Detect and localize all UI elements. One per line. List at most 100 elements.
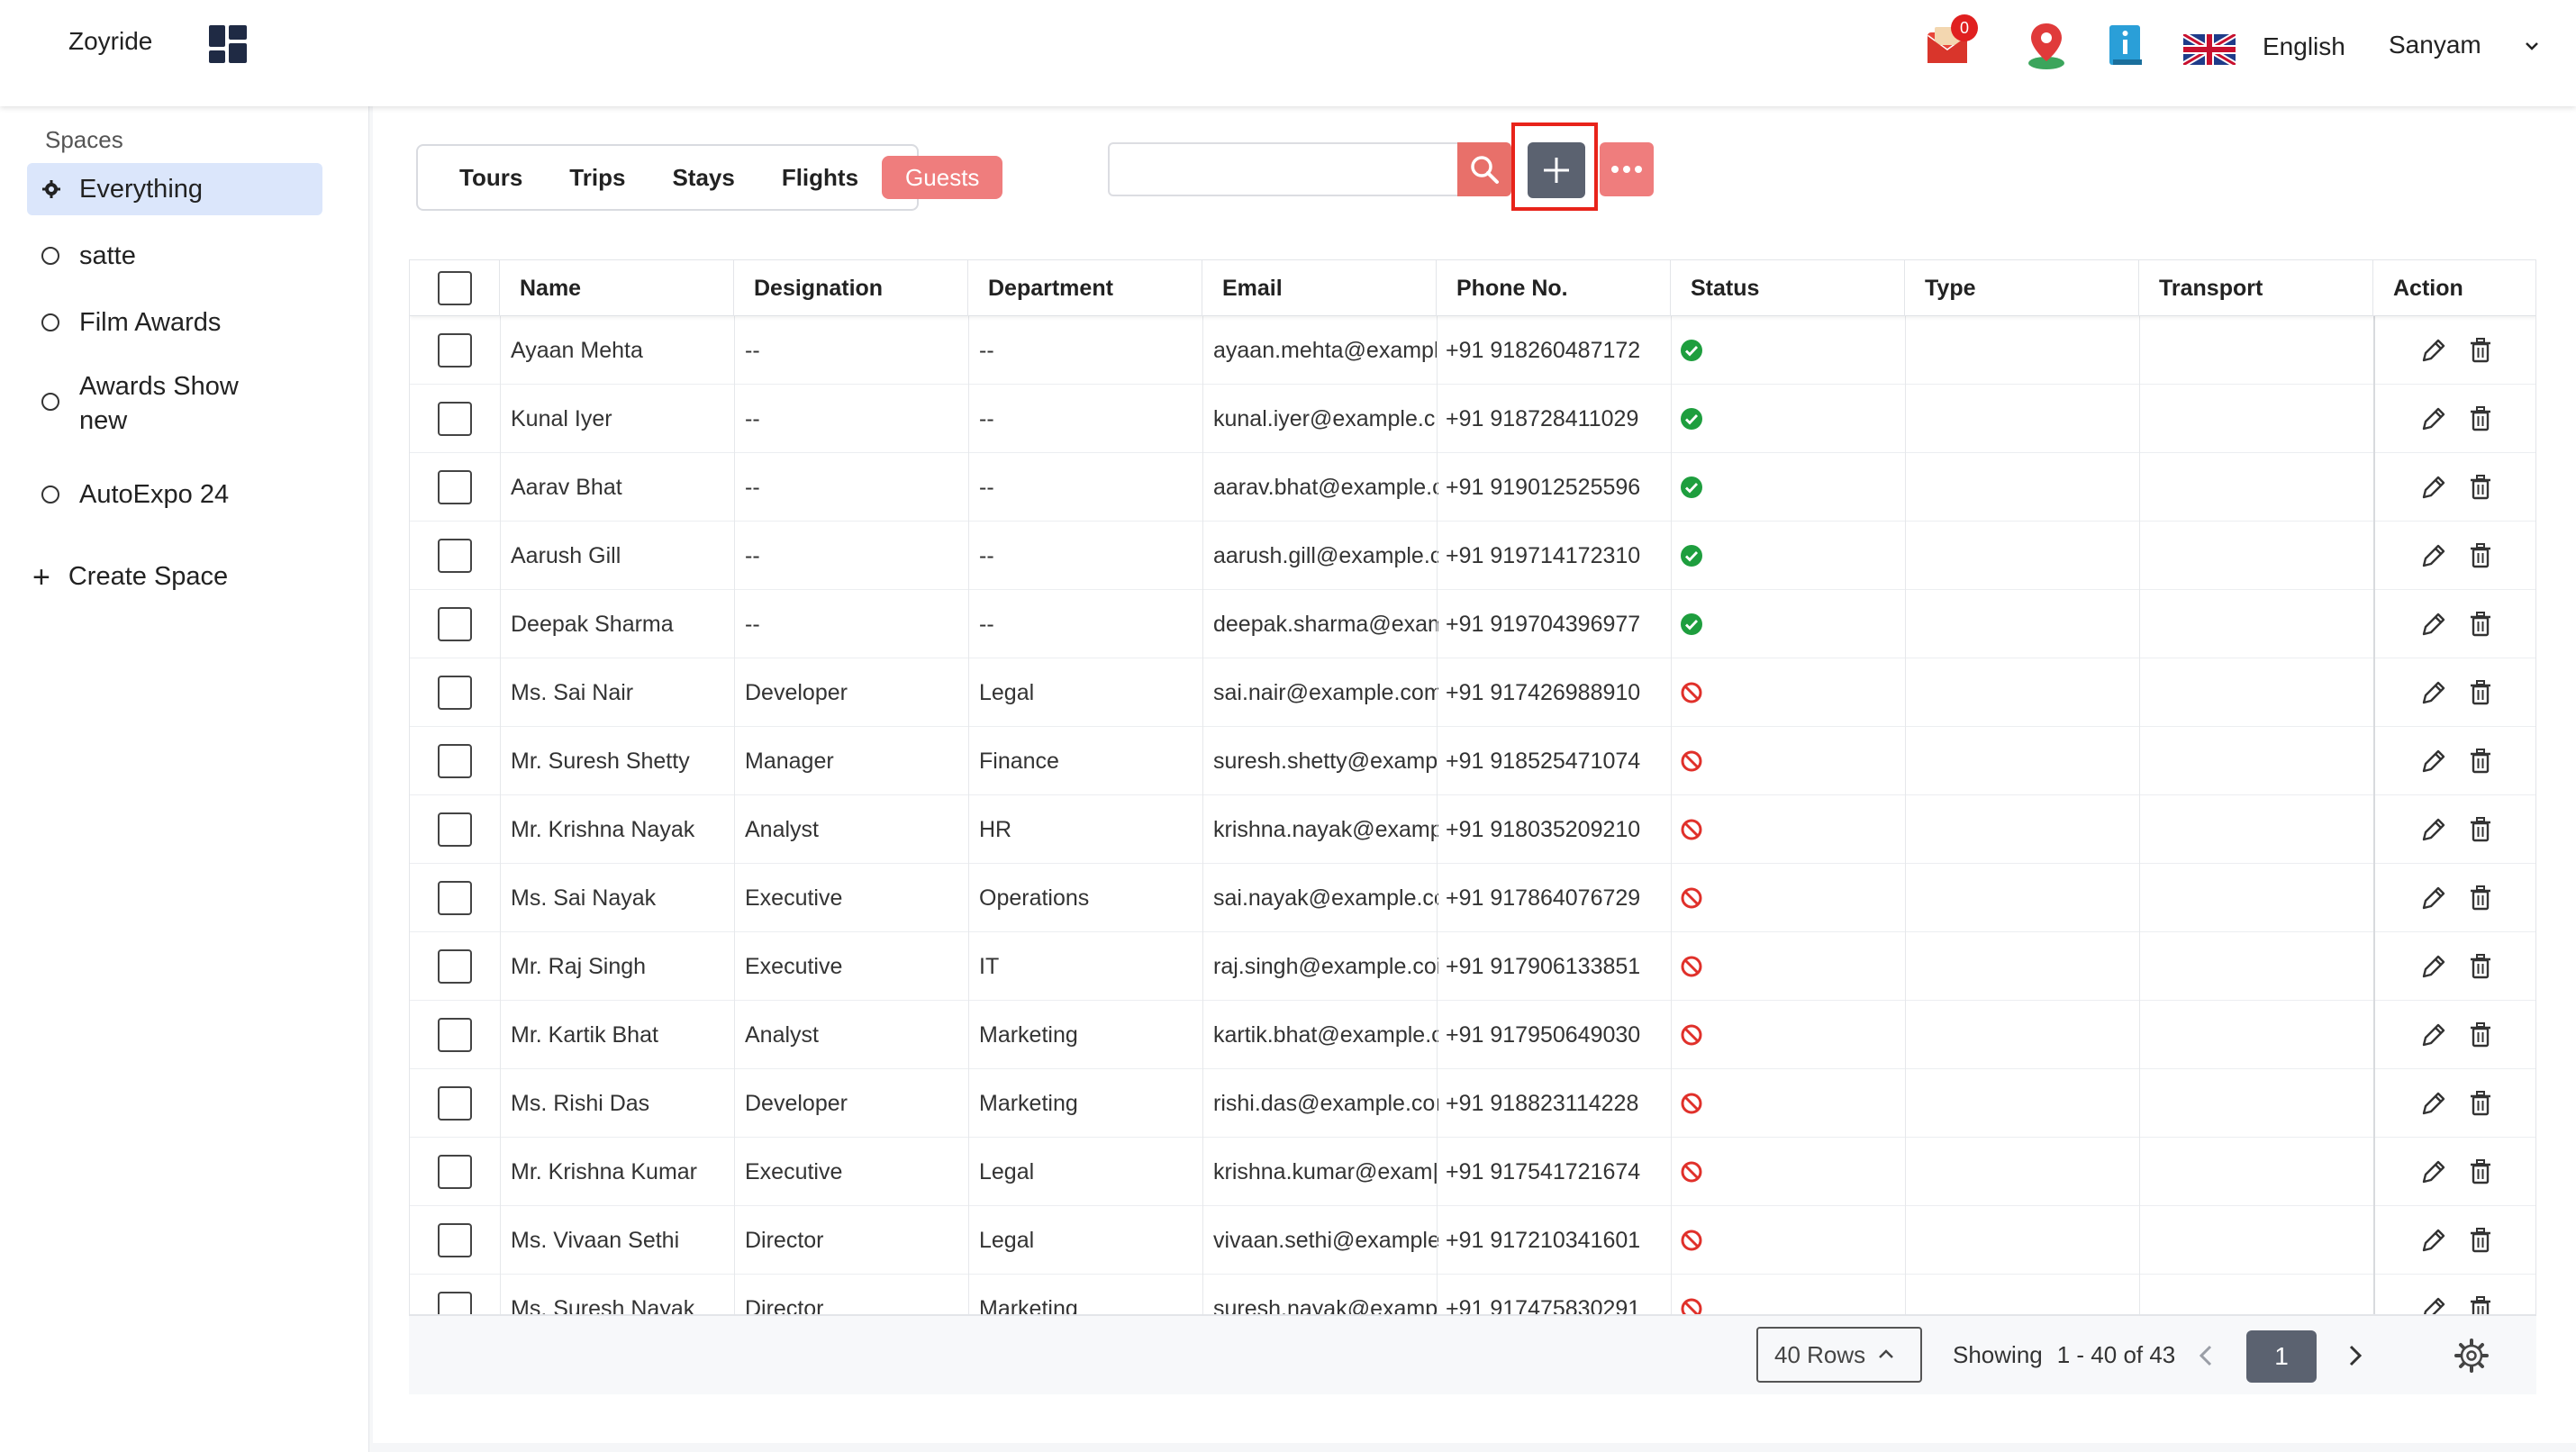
chevron-left-icon[interactable]	[2191, 1339, 2223, 1372]
table-row[interactable]: Mr. Raj Singh Executive IT raj.singh@exampl…	[410, 932, 2535, 1001]
edit-button[interactable]	[2418, 1275, 2463, 1314]
chevron-right-icon[interactable]	[2338, 1339, 2371, 1372]
tab-trips[interactable]: Trips	[546, 156, 649, 199]
tab-flights[interactable]: Flights	[758, 156, 882, 199]
edit-button[interactable]	[2418, 1001, 2463, 1069]
delete-button[interactable]	[2465, 1206, 2510, 1275]
delete-button[interactable]	[2465, 453, 2510, 522]
edit-button[interactable]	[2418, 385, 2463, 453]
table-row[interactable]: Ms. Sai Nair Developer Legal sai.nair@examp…	[410, 658, 2535, 727]
edit-button[interactable]	[2418, 590, 2463, 658]
column-header-phone[interactable]: Phone No.	[1437, 260, 1671, 316]
map-pin-icon[interactable]	[2025, 22, 2068, 70]
row-checkbox[interactable]	[438, 1292, 472, 1314]
search-input[interactable]	[1108, 142, 1465, 196]
row-checkbox[interactable]	[438, 949, 472, 984]
more-options-button[interactable]	[1600, 142, 1654, 196]
row-checkbox[interactable]	[438, 1086, 472, 1121]
edit-button[interactable]	[2418, 316, 2463, 385]
tab-tours[interactable]: Tours	[436, 156, 546, 199]
delete-button[interactable]	[2465, 590, 2510, 658]
brand-name[interactable]: Zoyride	[68, 27, 152, 56]
cell-department: --	[979, 611, 994, 637]
row-checkbox[interactable]	[438, 676, 472, 710]
select-all-checkbox[interactable]	[437, 271, 472, 305]
column-header-designation[interactable]: Designation	[734, 260, 968, 316]
delete-button[interactable]	[2465, 932, 2510, 1001]
delete-button[interactable]	[2465, 1069, 2510, 1138]
delete-button[interactable]	[2465, 727, 2510, 795]
sidebar-item-autoexpo-24[interactable]: AutoExpo 24	[27, 468, 322, 521]
edit-button[interactable]	[2418, 932, 2463, 1001]
info-book-icon[interactable]	[2108, 23, 2144, 68]
sidebar-item-everything[interactable]: Everything	[27, 163, 322, 215]
row-checkbox[interactable]	[438, 333, 472, 368]
settings-gear-icon[interactable]	[2454, 1338, 2490, 1374]
table-row[interactable]: Mr. Kartik Bhat Analyst Marketing kartik.bh…	[410, 1001, 2535, 1069]
create-space-button[interactable]: + Create Space	[32, 562, 229, 593]
edit-button[interactable]	[2418, 658, 2463, 727]
column-header-type[interactable]: Type	[1905, 260, 2139, 316]
edit-button[interactable]	[2418, 522, 2463, 590]
circle-icon	[41, 486, 59, 504]
delete-button[interactable]	[2465, 658, 2510, 727]
edit-button[interactable]	[2418, 1069, 2463, 1138]
edit-button[interactable]	[2418, 1206, 2463, 1275]
row-checkbox[interactable]	[438, 744, 472, 778]
column-header-transport[interactable]: Transport	[2139, 260, 2373, 316]
delete-button[interactable]	[2465, 522, 2510, 590]
edit-button[interactable]	[2418, 1138, 2463, 1206]
table-row[interactable]: Mr. Krishna Kumar Executive Legal krishna.k…	[410, 1138, 2535, 1206]
delete-button[interactable]	[2465, 864, 2510, 932]
rows-per-page-select[interactable]: 40 Rows	[1756, 1327, 1922, 1383]
table-row[interactable]: Deepak Sharma -- -- deepak.sharma@exam +91 9…	[410, 590, 2535, 658]
table-row[interactable]: Ms. Suresh Nayak Director Marketing suresh.…	[410, 1275, 2535, 1314]
delete-button[interactable]	[2465, 316, 2510, 385]
row-checkbox[interactable]	[438, 812, 472, 847]
delete-button[interactable]	[2465, 1138, 2510, 1206]
table-row[interactable]: Ms. Rishi Das Developer Marketing rishi.das…	[410, 1069, 2535, 1138]
row-checkbox[interactable]	[438, 1223, 472, 1257]
edit-button[interactable]	[2418, 864, 2463, 932]
sidebar-item-awards-show-new[interactable]: Awards Show new	[27, 362, 322, 443]
row-checkbox[interactable]	[438, 881, 472, 915]
table-row[interactable]: Mr. Krishna Nayak Analyst HR krishna.nayak@…	[410, 795, 2535, 864]
delete-button[interactable]	[2465, 1001, 2510, 1069]
table-row[interactable]: Ms. Vivaan Sethi Director Legal vivaan.seth…	[410, 1206, 2535, 1275]
delete-button[interactable]	[2465, 795, 2510, 864]
table-row[interactable]: Aarush Gill -- -- aarush.gill@example.c +91 …	[410, 522, 2535, 590]
row-checkbox[interactable]	[438, 1018, 472, 1052]
row-checkbox[interactable]	[438, 1155, 472, 1189]
edit-button[interactable]	[2418, 727, 2463, 795]
delete-button[interactable]	[2465, 385, 2510, 453]
column-header-email[interactable]: Email	[1202, 260, 1437, 316]
column-header-status[interactable]: Status	[1671, 260, 1905, 316]
page-button-current[interactable]: 1	[2246, 1330, 2317, 1383]
table-row[interactable]: Kunal Iyer -- -- kunal.iyer@example.c +91 91…	[410, 385, 2535, 453]
chevron-down-icon[interactable]	[2522, 36, 2542, 56]
grid-icon[interactable]	[209, 25, 247, 63]
table-row[interactable]: Aarav Bhat -- -- aarav.bhat@example.c +91 91…	[410, 453, 2535, 522]
delete-button[interactable]	[2465, 1275, 2510, 1314]
sidebar-item-film-awards[interactable]: Film Awards	[27, 296, 322, 349]
add-guest-button[interactable]	[1528, 142, 1585, 198]
sidebar-item-satte[interactable]: satte	[27, 230, 322, 282]
search-button[interactable]	[1457, 142, 1511, 196]
column-header-name[interactable]: Name	[500, 260, 734, 316]
user-menu[interactable]: Sanyam	[2389, 31, 2481, 59]
table-row[interactable]: Ayaan Mehta -- -- ayaan.mehta@exampl +91 918…	[410, 316, 2535, 385]
edit-button[interactable]	[2418, 453, 2463, 522]
sidebar: Spaces Everything satte Film Awards Awar…	[0, 106, 369, 1452]
table-row[interactable]: Mr. Suresh Shetty Manager Finance suresh.sh…	[410, 727, 2535, 795]
row-checkbox[interactable]	[438, 470, 472, 504]
tab-guests[interactable]: Guests	[882, 156, 1003, 199]
row-checkbox[interactable]	[438, 607, 472, 641]
table-row[interactable]: Ms. Sai Nayak Executive Operations sai.naya…	[410, 864, 2535, 932]
tab-stays[interactable]: Stays	[649, 156, 757, 199]
create-space-label: Create Space	[68, 562, 229, 591]
edit-button[interactable]	[2418, 795, 2463, 864]
row-checkbox[interactable]	[438, 539, 472, 573]
row-checkbox[interactable]	[438, 402, 472, 436]
column-header-department[interactable]: Department	[968, 260, 1202, 316]
language-selector[interactable]: English	[2263, 32, 2345, 61]
